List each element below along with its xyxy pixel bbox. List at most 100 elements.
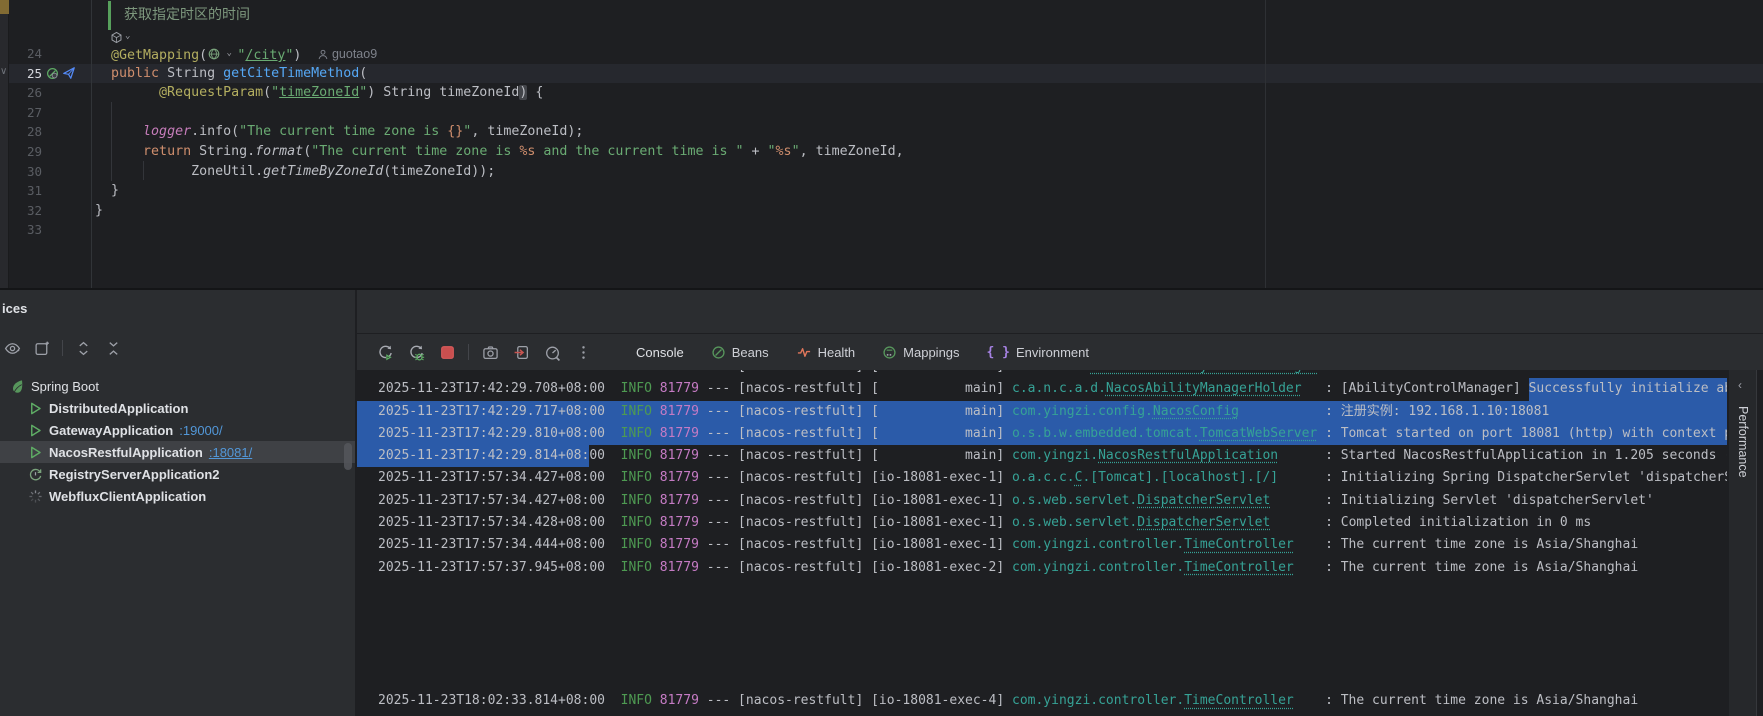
- log-row[interactable]: 2025-11-23T17:42:29.717+08:00 INFO 81779…: [357, 401, 1727, 423]
- service-item-nacosrestfulapplication[interactable]: NacosRestfulApplication:18081/: [0, 441, 355, 463]
- gutter-row[interactable]: 27: [9, 103, 91, 123]
- left-edge-strip: ∨: [0, 0, 9, 288]
- logger-link[interactable]: TimeController: [1184, 690, 1294, 712]
- code-editor[interactable]: 24252627282930313233 获取指定时区的时间⌄ @GetMapp…: [0, 0, 1763, 288]
- log-row[interactable]: [357, 624, 1727, 646]
- globe-inlay[interactable]: ⌄: [207, 44, 237, 64]
- code-line[interactable]: [93, 103, 1763, 123]
- log-row[interactable]: 2025-11-23T17:57:34.444+08:00 INFO 81779…: [357, 534, 1727, 556]
- add-tab-icon: [34, 340, 51, 357]
- logger-link[interactable]: DispatcherServlet: [1137, 512, 1270, 534]
- log-row[interactable]: [357, 601, 1727, 623]
- code-line[interactable]: return String.format("The current time z…: [93, 142, 1763, 162]
- code-line[interactable]: @GetMapping( ⌄ "/city") guotao9: [93, 44, 1763, 64]
- logger-link[interactable]: NacosConfig: [1153, 401, 1239, 423]
- log-row[interactable]: 2025-11-23T17:42:29.708+08:00 INFO 81779…: [357, 370, 1727, 378]
- tab-health[interactable]: Health: [796, 334, 856, 371]
- services-panel-title: ices: [2, 301, 27, 316]
- run-icon: [28, 445, 43, 460]
- service-item-gatewayapplication[interactable]: GatewayApplication:19000/: [0, 419, 355, 441]
- gutter-row[interactable]: 28: [9, 122, 91, 142]
- service-item-webfluxclientapplication[interactable]: WebfluxClientApplication: [0, 485, 355, 507]
- gutter-row[interactable]: 31: [9, 181, 91, 201]
- more-actions-button[interactable]: [573, 342, 593, 362]
- service-group-spring-boot[interactable]: Spring Boot: [0, 375, 355, 397]
- author-inlay[interactable]: guotao9: [317, 45, 377, 65]
- view-options-button[interactable]: [2, 338, 22, 358]
- gutter-row[interactable]: [9, 0, 91, 30]
- rerun-button[interactable]: [375, 342, 395, 362]
- performance-tab[interactable]: Performance: [1736, 406, 1750, 478]
- log-row[interactable]: [357, 668, 1727, 690]
- stop-button[interactable]: [437, 342, 457, 362]
- collapse-all-button[interactable]: [103, 338, 123, 358]
- tab-environment[interactable]: { }Environment: [987, 334, 1089, 371]
- annotation-inlay-icon: [110, 31, 123, 44]
- code-line[interactable]: ZoneUtil.getTimeByZoneId(timeZoneId));: [93, 162, 1763, 182]
- log-row[interactable]: [357, 646, 1727, 668]
- tab-mappings[interactable]: Mappings: [882, 334, 959, 371]
- tab-beans[interactable]: Beans: [711, 334, 769, 371]
- logger-link[interactable]: TimeController: [1184, 557, 1294, 579]
- logger-link[interactable]: AbstractAbilityControlManager: [1090, 370, 1317, 378]
- gutter-row[interactable]: 26: [9, 83, 91, 103]
- gutter-row[interactable]: 25: [9, 64, 91, 84]
- services-scrollbar[interactable]: [344, 443, 352, 470]
- code-line[interactable]: public String getCiteTimeMethod(: [93, 64, 1763, 84]
- log-row[interactable]: 2025-11-23T17:42:29.708+08:00 INFO 81779…: [357, 378, 1727, 400]
- log-row[interactable]: 2025-11-23T17:57:34.427+08:00 INFO 81779…: [357, 467, 1727, 489]
- add-service-button[interactable]: [32, 338, 52, 358]
- gutter-row[interactable]: [9, 30, 91, 44]
- editor-gutter[interactable]: 24252627282930313233: [9, 0, 92, 288]
- console-log[interactable]: 2025-11-23T17:42:29.708+08:00 INFO 81779…: [357, 370, 1727, 716]
- spinner-icon: [28, 489, 43, 504]
- clipped-tab-fragment: [0, 0, 9, 14]
- stop-icon: [439, 344, 456, 361]
- log-row[interactable]: 2025-11-23T17:57:34.427+08:00 INFO 81779…: [357, 490, 1727, 512]
- service-item-distributedapplication[interactable]: DistributedApplication: [0, 397, 355, 419]
- logger-link[interactable]: C: [1075, 467, 1083, 489]
- inlay-line[interactable]: ⌄: [93, 30, 1763, 44]
- code-line[interactable]: logger.info("The current time zone is {}…: [93, 122, 1763, 142]
- code-line[interactable]: @RequestParam("timeZoneId") String timeZ…: [93, 83, 1763, 103]
- health-icon: [796, 345, 812, 360]
- log-row[interactable]: 2025-11-23T17:57:37.945+08:00 INFO 81779…: [357, 557, 1727, 579]
- gutter-row[interactable]: 32: [9, 201, 91, 221]
- performance-side-strip: ‹ Performance: [1727, 370, 1756, 716]
- log-row[interactable]: 2025-11-23T17:42:29.814+08:00 INFO 81779…: [357, 445, 1727, 467]
- thread-dump-button[interactable]: [480, 342, 500, 362]
- gutter-row[interactable]: 24: [9, 44, 91, 64]
- log-row[interactable]: 2025-11-23T17:42:29.810+08:00 INFO 81779…: [357, 423, 1727, 445]
- log-row[interactable]: 2025-11-23T18:02:33.814+08:00 INFO 81779…: [357, 690, 1727, 712]
- logger-link[interactable]: NacosRestfulApplication: [1098, 445, 1278, 467]
- log-row[interactable]: [357, 579, 1727, 601]
- toolbar-separator: [62, 340, 63, 356]
- chevron-left-icon[interactable]: ‹: [1738, 378, 1756, 392]
- code-line[interactable]: }: [93, 181, 1763, 201]
- logger-link[interactable]: DispatcherServlet: [1137, 490, 1270, 512]
- camera-icon: [482, 344, 499, 361]
- code-line[interactable]: [93, 220, 1763, 240]
- gutter-row[interactable]: 29: [9, 142, 91, 162]
- code-lines[interactable]: 获取指定时区的时间⌄ @GetMapping( ⌄ "/city") guota…: [93, 0, 1763, 288]
- logger-link[interactable]: TomcatWebServer: [1200, 423, 1317, 445]
- run-icon: [28, 423, 43, 438]
- code-line[interactable]: }: [93, 201, 1763, 221]
- expand-all-button[interactable]: [73, 338, 93, 358]
- service-item-registryserverapplication2[interactable]: RegistryServerApplication2: [0, 463, 355, 485]
- service-port-link[interactable]: :19000/: [179, 423, 222, 438]
- profiler-button[interactable]: [542, 342, 562, 362]
- logger-link[interactable]: TimeController: [1184, 534, 1294, 556]
- logger-link[interactable]: NacosAbilityManagerHolder: [1106, 378, 1302, 400]
- rerun-debug-button[interactable]: [406, 342, 426, 362]
- gutter-row[interactable]: 30: [9, 162, 91, 182]
- tab-console[interactable]: Console: [636, 334, 684, 371]
- service-port-link[interactable]: :18081/: [209, 445, 252, 460]
- log-row[interactable]: 2025-11-23T17:57:34.428+08:00 INFO 81779…: [357, 512, 1727, 534]
- gutter-row[interactable]: 33: [9, 220, 91, 240]
- heap-dump-button[interactable]: [511, 342, 531, 362]
- spring-boot-icon: [10, 379, 25, 394]
- string-link[interactable]: timeZoneId: [279, 85, 359, 100]
- doc-line[interactable]: 获取指定时区的时间: [93, 0, 1763, 30]
- string-link[interactable]: /city: [245, 48, 285, 63]
